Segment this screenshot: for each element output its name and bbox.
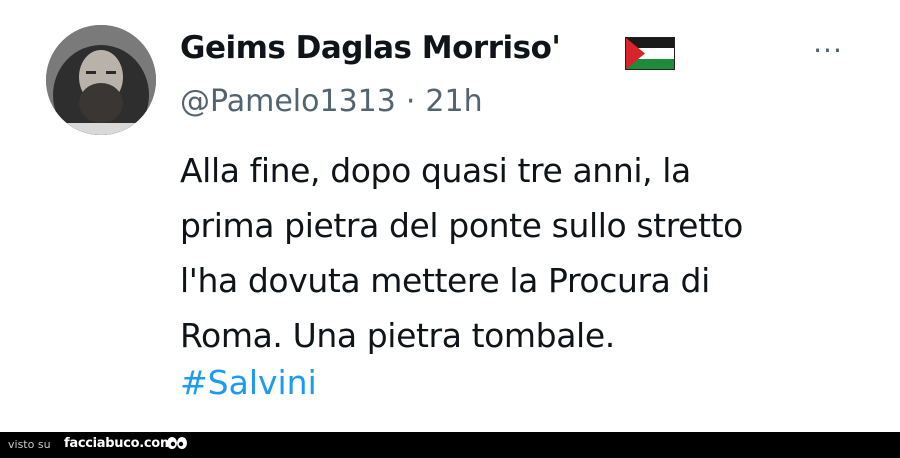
tweet-text-line: Roma. Una pietra tombale.	[180, 316, 615, 355]
tweet-text-line: l'ha dovuta mettere la Procura di	[180, 261, 710, 300]
facciabuco-eyes-icon	[167, 437, 187, 449]
tweet-text: Alla fine, dopo quasi tre anni, la prima…	[180, 143, 880, 363]
more-options-button[interactable]: ···	[806, 37, 850, 65]
meta-separator: ·	[405, 84, 416, 119]
avatar-image	[46, 25, 156, 135]
tweet-meta: @Pamelo1313 · 21h	[180, 84, 483, 119]
watermark-prefix: visto su	[8, 438, 51, 451]
display-name[interactable]: Geims Daglas Morriso'	[180, 30, 561, 66]
palestine-flag-icon	[625, 37, 675, 70]
tweet-text-line: prima pietra del ponte sullo stretto	[180, 206, 743, 245]
handle[interactable]: @Pamelo1313	[180, 84, 396, 119]
avatar[interactable]	[46, 25, 156, 135]
tweet-card: Geims Daglas Morriso' ··· @Pamelo1313 · 21…	[0, 0, 900, 432]
tweet-text-line: Alla fine, dopo quasi tre anni, la	[180, 151, 691, 190]
hashtag-link[interactable]: #Salvini	[180, 363, 317, 402]
timestamp[interactable]: 21h	[425, 84, 482, 119]
watermark-bar: visto su facciabuco.com	[0, 432, 900, 458]
watermark-site: facciabuco.com	[64, 436, 174, 451]
